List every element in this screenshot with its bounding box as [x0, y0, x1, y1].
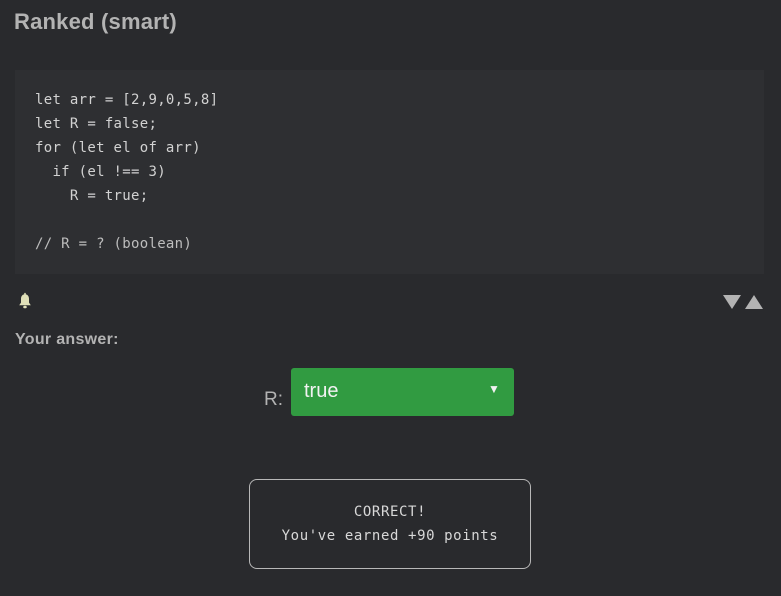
code-line-1: let arr = [2,9,0,5,8]: [35, 92, 219, 108]
bell-icon[interactable]: [16, 292, 34, 310]
variable-label: R:: [264, 389, 283, 410]
code-line-7: // R = ? (boolean): [35, 236, 193, 252]
result-status: CORRECT!: [353, 504, 427, 520]
vote-arrows: [723, 295, 763, 309]
code-block: let arr = [2,9,0,5,8] let R = false; for…: [15, 70, 764, 274]
answer-select[interactable]: true ▼: [291, 368, 514, 416]
code-line-2: let R = false;: [35, 116, 158, 132]
triangle-up-icon[interactable]: [745, 295, 763, 309]
triangle-down-icon[interactable]: [723, 295, 741, 309]
page-title: Ranked (smart): [14, 9, 177, 34]
result-box: CORRECT! You've earned +90 points: [249, 479, 531, 569]
select-value: true: [304, 380, 339, 402]
answer-label: Your answer:: [15, 331, 119, 348]
result-message: You've earned +90 points: [281, 528, 499, 544]
code-line-4: if (el !== 3): [35, 164, 166, 180]
chevron-down-icon: ▼: [488, 382, 500, 396]
code-line-5: R = true;: [35, 188, 149, 204]
code-line-3: for (let el of arr): [35, 140, 201, 156]
